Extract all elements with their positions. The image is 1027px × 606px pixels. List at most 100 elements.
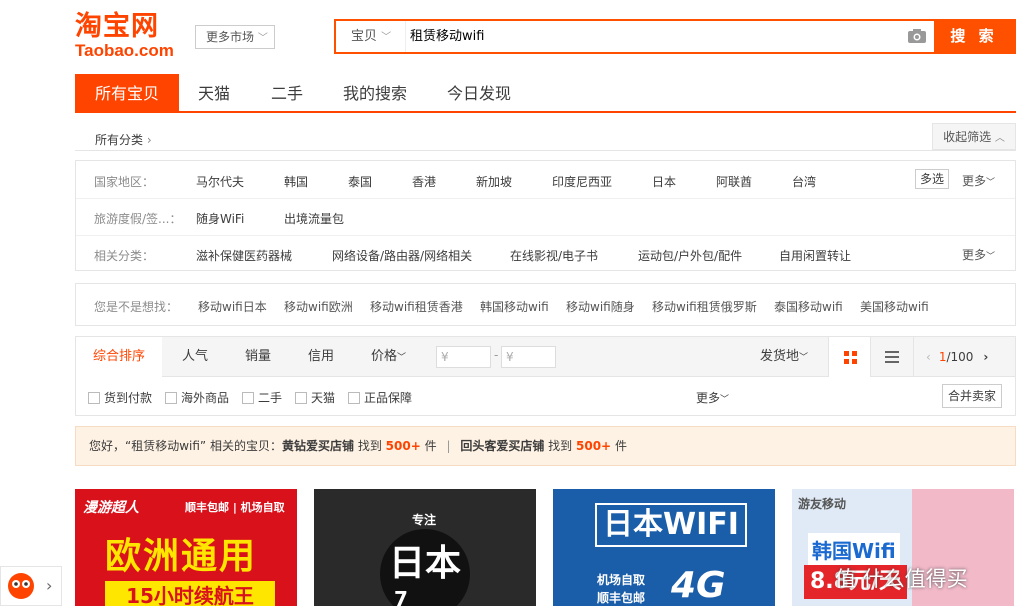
owl-icon <box>8 573 34 599</box>
tab-second-hand[interactable]: 二手 <box>271 74 303 111</box>
checkbox-overseas[interactable]: 海外商品 <box>165 389 229 406</box>
sort-bar: 综合排序 人气 销量 信用 价格﹀ ¥ - ¥ 发货地﹀ ‹ 1/100 › 货到付… <box>75 336 1016 416</box>
checkbox-box <box>295 392 307 404</box>
filter-label-related: 相关分类： <box>94 249 155 263</box>
side-widget[interactable]: › <box>0 566 62 606</box>
filter-item[interactable]: 运动包/户外包/配件 <box>638 247 742 264</box>
grid-view-button[interactable] <box>828 337 871 377</box>
tab-today-discover[interactable]: 今日发现 <box>447 74 511 111</box>
more-label: 更多 <box>962 174 987 188</box>
product-headline: 日本WIFI <box>595 503 747 547</box>
ship-from-label: 发货地 <box>760 349 800 364</box>
suggest-link[interactable]: 移动wifi租赁香港 <box>370 298 463 315</box>
ship-from-dropdown[interactable]: 发货地﹀ <box>760 337 808 378</box>
chevron-down-icon: ﹀ <box>381 32 392 43</box>
checkbox-label: 二手 <box>258 391 283 405</box>
product-card[interactable]: 专注 日本 7 <box>314 489 536 606</box>
filter-item[interactable]: 马尔代夫 <box>196 173 244 190</box>
more-options-button[interactable]: 更多﹀ <box>696 389 729 406</box>
search-tabs: 所有宝贝 天猫 二手 我的搜索 今日发现 <box>75 74 1016 113</box>
suggest-link[interactable]: 美国移动wifi <box>860 298 929 315</box>
filter-item[interactable]: 自用闲置转让 <box>779 247 851 264</box>
checkbox-cod[interactable]: 货到付款 <box>88 389 152 406</box>
price-dash: - <box>494 348 499 362</box>
suggest-link[interactable]: 泰国移动wifi <box>774 298 843 315</box>
suggest-link[interactable]: 移动wifi欧洲 <box>284 298 353 315</box>
checkbox-box <box>242 392 254 404</box>
filter-item[interactable]: 台湾 <box>792 173 816 190</box>
filter-item[interactable]: 滋补保健医药器械 <box>196 247 292 264</box>
filter-label-region: 国家地区： <box>94 175 155 189</box>
suggest-link[interactable]: 移动wifi随身 <box>566 298 635 315</box>
tab-my-search[interactable]: 我的搜索 <box>343 74 407 111</box>
filter-item[interactable]: 在线影视/电子书 <box>510 247 598 264</box>
sort-popularity[interactable]: 人气 <box>182 337 208 377</box>
suggest-link[interactable]: 韩国移动wifi <box>480 298 549 315</box>
product-card[interactable]: 日本WIFI 机场自取 顺丰包邮 4G <box>553 489 775 606</box>
more-categories-button[interactable]: 更多﹀ <box>962 246 995 263</box>
more-markets-label: 更多市场 <box>206 30 255 44</box>
chevron-down-icon: ﹀ <box>397 353 407 363</box>
product-card[interactable]: 漫游超人 顺丰包邮 | 机场自取 欧洲通用 15小时续航王 <box>75 489 297 606</box>
list-view-button[interactable] <box>871 337 914 377</box>
filter-item[interactable]: 阿联酋 <box>716 173 752 190</box>
collapse-filters-button[interactable]: 收起筛选 ︿ <box>932 123 1016 150</box>
merge-sellers-button[interactable]: 合并卖家 <box>942 384 1002 408</box>
checkbox-box <box>88 392 100 404</box>
filter-item[interactable]: 出境流量包 <box>284 210 344 227</box>
tab-all-items[interactable]: 所有宝贝 <box>75 74 179 111</box>
product-tag: 顺丰包邮 | 机场自取 <box>185 501 285 514</box>
filter-item[interactable]: 韩国 <box>284 173 308 190</box>
checkbox-label: 货到付款 <box>104 391 153 405</box>
suggest-link[interactable]: 移动wifi租赁俄罗斯 <box>652 298 757 315</box>
filter-item[interactable]: 随身WiFi <box>196 210 244 227</box>
notice-count2: 500+ <box>576 439 612 453</box>
prev-page-icon[interactable]: ‹ <box>926 350 931 364</box>
product-brand: 游友移动 <box>798 497 847 511</box>
sort-credit[interactable]: 信用 <box>308 337 334 377</box>
filter-item[interactable]: 网络设备/路由器/网络相关 <box>332 247 472 264</box>
filter-item[interactable]: 泰国 <box>348 173 372 190</box>
checkbox-second-hand[interactable]: 二手 <box>242 389 282 406</box>
filter-item[interactable]: 香港 <box>412 173 436 190</box>
tab-tmall[interactable]: 天猫 <box>198 74 230 111</box>
checkbox-box <box>348 392 360 404</box>
price-max-input[interactable]: ¥ <box>501 346 556 368</box>
checkbox-label: 正品保障 <box>364 391 413 405</box>
checkbox-authentic[interactable]: 正品保障 <box>348 389 412 406</box>
product-sub: 顺丰包邮 <box>597 591 646 605</box>
notice-unit: 件 <box>614 439 627 453</box>
chevron-down-icon: ﹀ <box>720 395 730 405</box>
checkbox-tmall[interactable]: 天猫 <box>295 389 335 406</box>
sort-sales[interactable]: 销量 <box>245 337 271 377</box>
notice-shop2[interactable]: 回头客爱买店铺 <box>460 439 544 453</box>
notice-prefix: 您好，“租赁移动wifi” 相关的宝贝： <box>89 439 282 453</box>
filter-item[interactable]: 新加坡 <box>476 173 512 190</box>
filter-row-travel: 旅游度假/签...： 随身WiFi 出境流量包 <box>76 198 1015 235</box>
taobao-logo[interactable]: 淘宝网 Taobao.com <box>75 12 185 62</box>
multi-select-button[interactable]: 多选 <box>915 169 950 189</box>
search-input[interactable]: 租赁移动wifi <box>407 21 887 52</box>
page-total: /100 <box>946 350 974 364</box>
price-min-input[interactable]: ¥ <box>436 346 491 368</box>
more-markets-dropdown[interactable]: 更多市场 ﹀ <box>195 25 275 49</box>
chevron-right-icon: › <box>146 133 152 147</box>
filter-item[interactable]: 日本 <box>652 173 676 190</box>
search-button[interactable]: 搜 索 <box>934 21 1014 52</box>
checkbox-label: 海外商品 <box>181 391 230 405</box>
sort-price[interactable]: 价格﹀ <box>371 337 406 377</box>
more-regions-button[interactable]: 更多﹀ <box>962 172 995 189</box>
notice-shop1[interactable]: 黄钻爱买店铺 <box>282 439 354 453</box>
search-scope-select[interactable]: 宝贝 ﹀ <box>336 21 406 52</box>
sort-default[interactable]: 综合排序 <box>76 337 162 378</box>
grid-icon <box>844 351 857 364</box>
filter-item[interactable]: 印度尼西亚 <box>552 173 612 190</box>
camera-icon[interactable] <box>908 29 926 43</box>
all-categories-link[interactable]: 所有分类 › <box>95 131 152 148</box>
chevron-down-icon: ﹀ <box>799 353 809 363</box>
product-tag: 机场自取 <box>597 573 646 587</box>
product-badge: 4G <box>671 565 726 606</box>
chevron-up-icon: ︿ <box>994 133 1005 144</box>
suggest-link[interactable]: 移动wifi日本 <box>198 298 267 315</box>
next-page-icon[interactable]: › <box>983 350 988 364</box>
